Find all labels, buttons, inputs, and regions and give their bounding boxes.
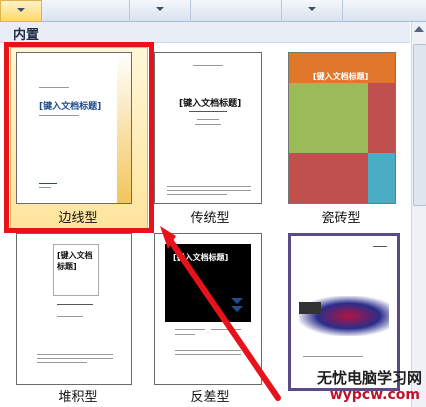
scroll-up-arrow-icon[interactable] [414, 26, 424, 32]
toolbar-segment[interactable] [41, 0, 130, 20]
template-label: 堆积型 [58, 390, 98, 405]
chevron-down-icon [17, 8, 25, 12]
dropdown-button-active[interactable] [0, 0, 42, 22]
template-traditional[interactable]: [键入文档标题] 传统型 [150, 47, 270, 231]
chevron-down-icon [308, 7, 316, 11]
template-tiles[interactable]: [键入文档标题] 瓷砖型 [282, 47, 400, 231]
gallery-scrollbar[interactable] [411, 22, 426, 407]
template-thumbnail: [键入文档标题] [16, 233, 132, 385]
watermark-url: wypcw.com [329, 387, 420, 403]
highlight-frame [4, 42, 154, 233]
section-title: 内置 [13, 28, 40, 43]
scroll-thumb[interactable] [413, 44, 426, 206]
template-thumbnail: [键入文档标题] [154, 52, 262, 204]
template-thumbnail: [键入文档标题] [288, 52, 396, 204]
template-label: 反差型 [190, 390, 230, 405]
dropdown-button[interactable] [130, 0, 191, 20]
template-stacked[interactable]: [键入文档标题] 堆积型 [10, 230, 146, 407]
watermark-text: 无忧电脑学习网 [316, 369, 422, 387]
toolbar-segment[interactable] [191, 0, 282, 20]
gallery-top-strip [0, 0, 426, 22]
template-label: 瓷砖型 [321, 211, 361, 226]
template-contrast[interactable]: [键入文档标题] 反差型 [150, 230, 270, 407]
chevron-down-icon [156, 7, 164, 11]
template-thumbnail: [键入文档标题] [154, 233, 262, 385]
template-label: 传统型 [190, 211, 230, 226]
section-header: 内置 [0, 22, 410, 43]
dropdown-button[interactable] [282, 0, 343, 20]
